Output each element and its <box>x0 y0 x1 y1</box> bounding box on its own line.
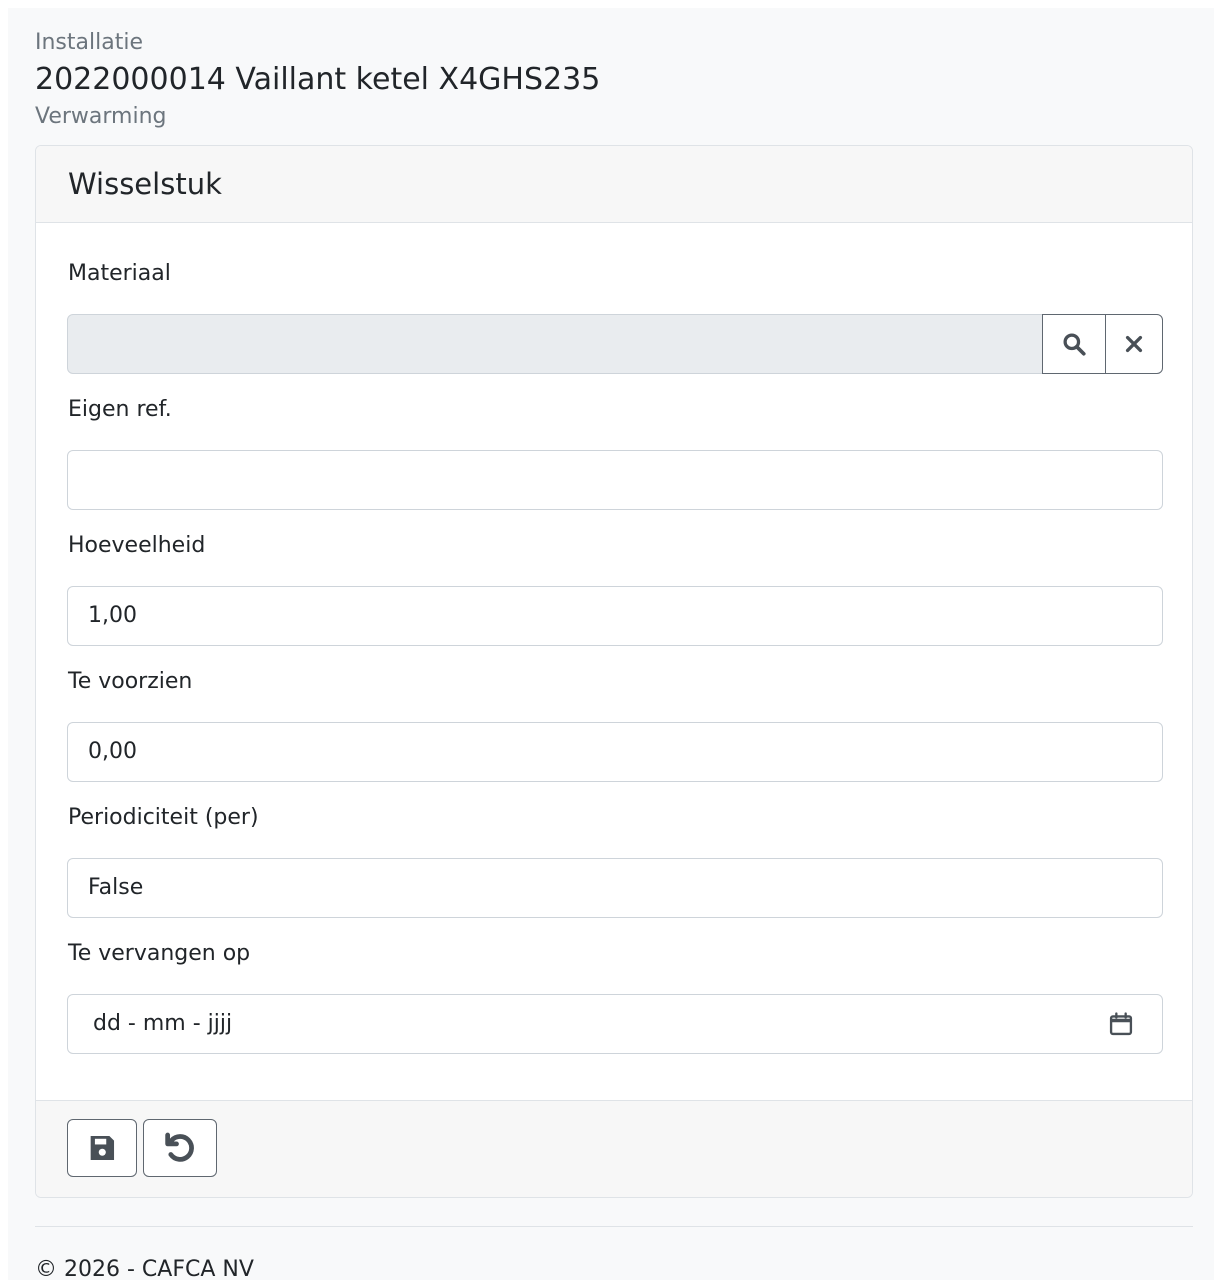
search-icon <box>1063 333 1086 356</box>
clear-material-button[interactable] <box>1105 314 1163 374</box>
reset-button[interactable] <box>143 1119 217 1177</box>
page-background: Installatie 2022000014 Vaillant ketel X4… <box>8 8 1214 1280</box>
close-icon <box>1125 335 1143 353</box>
wisselstuk-card: Wisselstuk Materiaal Eigen ref. Hoeveelh… <box>35 145 1193 1198</box>
materiaal-field <box>67 314 1043 374</box>
te-vervangen-op-date-input[interactable]: dd - mm - jjjj <box>67 994 1163 1054</box>
footer-divider <box>35 1226 1193 1227</box>
breadcrumb-section: Installatie <box>35 30 143 55</box>
periodiciteit-value: False <box>88 875 144 900</box>
te-vervangen-op-label: Te vervangen op <box>68 941 251 966</box>
card-footer <box>36 1100 1192 1197</box>
hoeveelheid-label: Hoeveelheid <box>68 533 206 558</box>
hoeveelheid-value: 1,00 <box>88 603 137 628</box>
eigen-ref-input[interactable] <box>67 450 1163 510</box>
hoeveelheid-input[interactable]: 1,00 <box>67 586 1163 646</box>
card-header: Wisselstuk <box>36 146 1192 223</box>
date-placeholder: dd - mm - jjjj <box>93 1011 233 1036</box>
save-button[interactable] <box>67 1119 137 1177</box>
card-title: Wisselstuk <box>68 167 222 201</box>
periodiciteit-input[interactable]: False <box>67 858 1163 918</box>
calendar-icon[interactable] <box>1107 1010 1135 1038</box>
te-voorzien-input[interactable]: 0,00 <box>67 722 1163 782</box>
page-title: 2022000014 Vaillant ketel X4GHS235 <box>35 62 601 97</box>
te-voorzien-value: 0,00 <box>88 739 137 764</box>
undo-icon <box>165 1132 194 1162</box>
materiaal-label: Materiaal <box>68 261 171 286</box>
te-voorzien-label: Te voorzien <box>68 669 193 694</box>
eigen-ref-label: Eigen ref. <box>68 397 172 422</box>
save-icon <box>90 1135 115 1161</box>
breadcrumb-category: Verwarming <box>35 104 167 129</box>
periodiciteit-label: Periodiciteit (per) <box>68 805 259 830</box>
copyright-text: © 2026 - CAFCA NV <box>35 1257 254 1280</box>
search-material-button[interactable] <box>1042 314 1106 374</box>
